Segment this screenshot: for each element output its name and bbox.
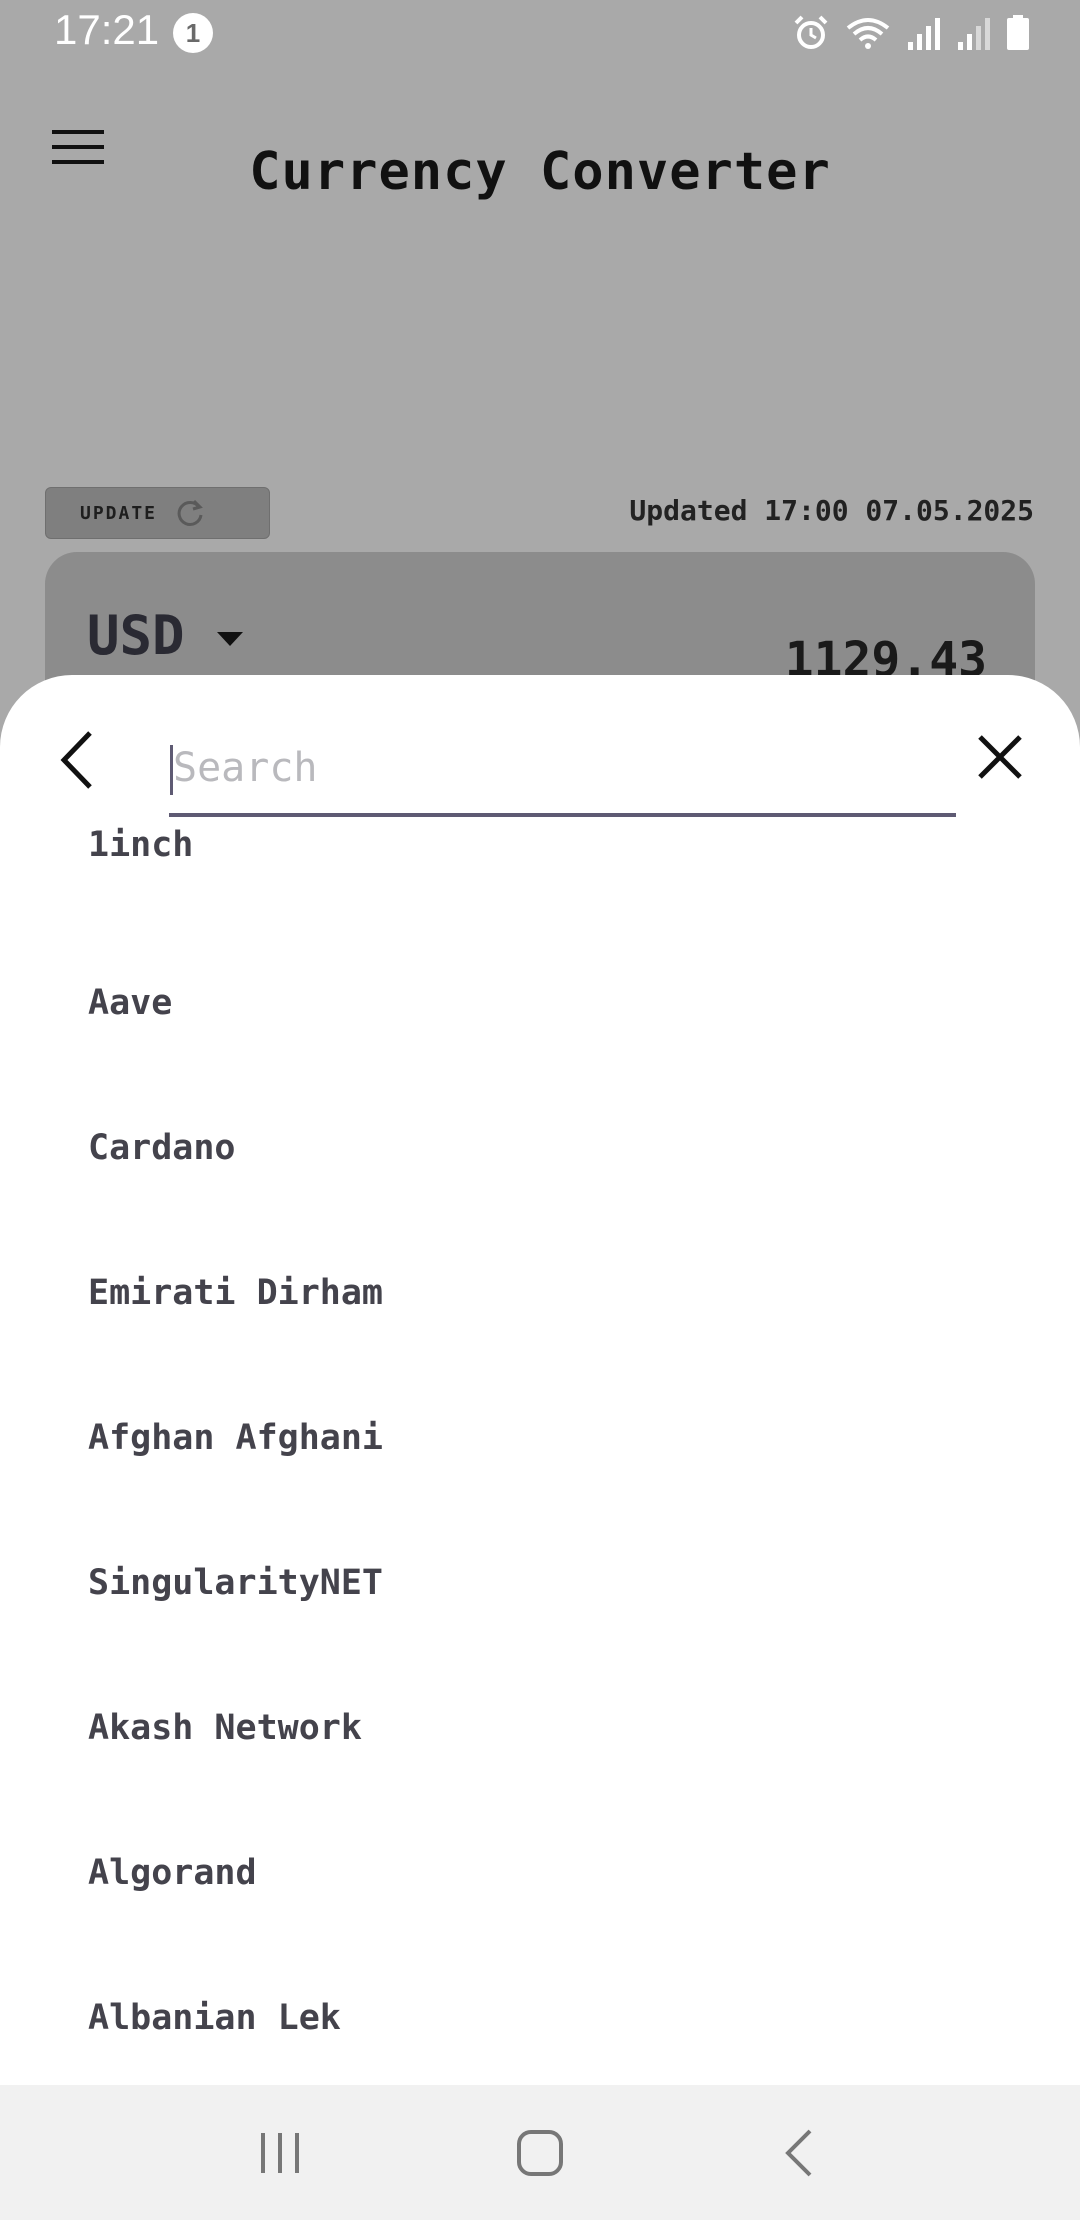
back-icon [785, 2129, 812, 2176]
status-icons [792, 10, 1030, 56]
list-item[interactable]: Algorand [0, 1800, 1080, 1945]
status-time: 17:21 [54, 6, 160, 53]
list-item[interactable]: Aave [0, 930, 1080, 1075]
recents-icon [261, 2132, 299, 2173]
list-item[interactable]: SingularityNET [0, 1510, 1080, 1655]
close-icon [978, 735, 1022, 779]
home-button[interactable] [500, 2113, 580, 2193]
navigation-bar [0, 2085, 1080, 2220]
update-label: UPDATE [80, 502, 158, 524]
list-item[interactable]: Emirati Dirham [0, 1220, 1080, 1365]
close-button[interactable] [972, 729, 1028, 785]
currency-code: USD [87, 604, 185, 667]
recents-button[interactable] [240, 2113, 320, 2193]
currency-picker-sheet: 1inch Aave Cardano Emirati Dirham Afghan… [0, 675, 1080, 2085]
updated-timestamp: Updated 17:00 07.05.2025 [629, 494, 1034, 527]
text-cursor [170, 745, 173, 795]
home-icon [517, 2129, 563, 2176]
refresh-icon [177, 499, 203, 526]
signal-icon [908, 18, 940, 50]
update-button[interactable]: UPDATE [45, 487, 270, 539]
search-field[interactable] [169, 725, 956, 817]
list-item[interactable]: Akash Network [0, 1655, 1080, 1800]
notification-badge: 1 [173, 13, 213, 53]
back-button[interactable] [50, 725, 110, 795]
list-item[interactable]: Albanian Lek [0, 1945, 1080, 2085]
list-item[interactable]: 1inch [0, 820, 1080, 930]
list-item[interactable]: Cardano [0, 1075, 1080, 1220]
app-title: Currency Converter [249, 142, 831, 202]
system-back-button[interactable] [760, 2113, 840, 2193]
status-bar: 17:21 1 [0, 0, 1080, 66]
battery-icon [1007, 15, 1029, 50]
alarm-icon [794, 15, 828, 49]
signal-icon-2 [958, 18, 990, 50]
search-input[interactable] [169, 725, 956, 811]
caret-down-icon[interactable] [215, 630, 245, 648]
list-item[interactable]: Afghan Afghani [0, 1365, 1080, 1510]
search-underline [169, 813, 956, 817]
wifi-icon [846, 18, 890, 49]
chevron-left-icon [60, 731, 92, 789]
currency-list: 1inch Aave Cardano Emirati Dirham Afghan… [0, 820, 1080, 2085]
